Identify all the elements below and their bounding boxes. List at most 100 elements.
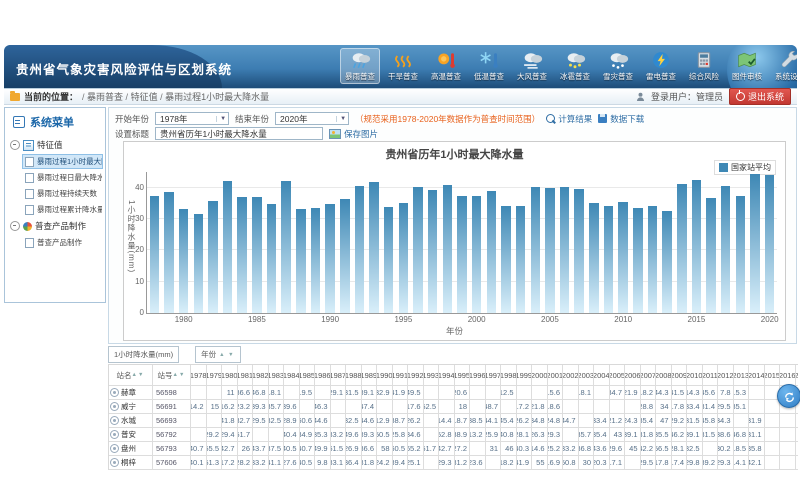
toolbar-item-11[interactable]: 系统设置 [770,48,797,84]
sidebar-tree: 特征值暴雨过程1小时最大降水量暴雨过程日最大降水量暴雨过程持续天数暴雨过程累计降… [5,135,105,253]
value-cell: 39.3 [362,428,378,442]
table-row-盘州: 盘州5679340.755.542.72643.737.540.540.749.… [109,442,798,456]
column-header-year-2013: 2013 [734,365,750,386]
value-cell: 12.9 [377,414,393,428]
value-cell [780,414,796,428]
row-select-icon[interactable] [110,388,119,397]
value-cell: 28.2 [238,456,254,470]
toolbar-item-5[interactable]: 大风普查 [512,48,552,84]
bar-2015 [692,180,702,313]
row-select-icon[interactable] [110,458,119,467]
column-header-year-2007: 2007 [641,365,657,386]
value-cell: 46.2 [672,428,688,442]
sidebar-item-1-1[interactable]: 暴雨过程1小时最大降水量 [22,154,103,169]
filter-row-years: 开始年份 1978年▼ 结束年份 2020年▼ （规范采用1978-2020年数… [115,112,644,125]
breadcrumb-segment-3[interactable]: 暴雨过程1小时最大降水量 [165,92,269,102]
end-year-select[interactable]: 2020年▼ [275,112,349,125]
value-cell: 17.4 [672,456,688,470]
toolbar-item-3[interactable]: 高温普查 [426,48,466,84]
column-header-year-1990: 1990 [377,365,393,386]
toolbar-item-1[interactable]: 暴雨普查 [340,48,380,84]
expand-icon[interactable] [10,140,20,150]
breadcrumb-segment-1[interactable]: 暴雨普查 [87,92,123,102]
value-cell: 17.2 [222,456,238,470]
sort-arrows-icon: ▲▼ [173,372,186,378]
row-select-icon[interactable] [110,416,119,425]
drought-icon [391,51,415,69]
year-sort-chip[interactable]: 年份 ▲ ▼ [195,346,240,363]
toolbar-item-7[interactable]: 雪灾普查 [598,48,638,84]
value-cell: 40.4 [284,428,300,442]
sidebar-group-label: 普查产品制作 [35,220,86,232]
breadcrumb-segment-2[interactable]: 特征值 [131,92,158,102]
row-select-icon[interactable] [110,444,119,453]
toolbar-item-2[interactable]: 干旱普查 [383,48,423,84]
value-cell: 14.6 [532,442,548,456]
value-cell [300,400,316,414]
column-header-station-id[interactable]: 站号 ▲▼ [153,365,191,386]
save-image-button[interactable]: 保存图片 [329,128,378,140]
sidebar-item-1-4[interactable]: 暴雨过程累计降水量 [22,202,103,217]
floating-refresh-button[interactable] [777,384,800,408]
value-cell [780,428,796,442]
table-controls: 1小时降水量(mm) 年份 ▲ ▼ [108,346,241,363]
toolbar-item-4[interactable]: 低温普查 [469,48,509,84]
value-cell: 14.4 [439,414,455,428]
value-cell: 28.8 [641,400,657,414]
value-cell: 38.7 [393,414,409,428]
value-cell [749,386,765,400]
sidebar-item-1-3[interactable]: 暴雨过程持续天数 [22,186,103,201]
column-header-year-2006: 2006 [625,365,641,386]
value-field-chip[interactable]: 1小时降水量(mm) [108,346,179,363]
value-cell: 58 [377,442,393,456]
calculate-button[interactable]: 计算结果 [546,113,592,125]
sidebar-group-1[interactable]: 特征值 [10,137,103,153]
expand-icon[interactable] [10,221,20,231]
start-year-select[interactable]: 1978年▼ [155,112,229,125]
value-cell: 46 [501,442,517,456]
bar-2007 [574,189,584,313]
toolbar-item-6[interactable]: 冰雹普查 [555,48,595,84]
value-cell [703,442,719,456]
value-cell: 26.2 [517,414,533,428]
value-cell: 42.7 [222,442,238,456]
x-tick-label: 2010 [608,315,638,324]
sidebar-item-2-1[interactable]: 普查产品制作 [22,235,103,250]
sidebar-item-1-2[interactable]: 暴雨过程日最大降水量 [22,170,103,185]
column-header-year-2002: 2002 [563,365,579,386]
value-cell: 18.5 [734,442,750,456]
column-header-year-1978: 1978 [191,365,207,386]
bar-1991 [340,199,350,313]
column-header-year-1981: 1981 [238,365,254,386]
value-cell: 39.1 [687,428,703,442]
document-icon [25,157,34,167]
toolbar-item-9[interactable]: 综合风险 [684,48,724,84]
sidebar-group-2[interactable]: 普查产品制作 [10,218,103,234]
sidebar-item-label: 普查产品制作 [37,237,82,248]
x-axis-label: 年份 [124,325,785,337]
value-cell [253,428,269,442]
value-cell: 46.8 [253,386,269,400]
value-cell: 43.6 [594,442,610,456]
value-cell: 34.6 [408,428,424,442]
filter-row-title: 设置标题 保存图片 [115,127,378,140]
value-cell [796,442,799,456]
column-header-year-2015: 2015 [765,365,781,386]
row-select-icon[interactable] [110,402,119,411]
bar-1996 [413,187,423,313]
toolbar-item-8[interactable]: 雷电普查 [641,48,681,84]
x-tick-label: 2000 [462,315,492,324]
bar-2010 [618,202,628,313]
row-select-icon[interactable] [110,430,119,439]
chart-title-input[interactable] [155,127,323,140]
bar-1992 [355,186,365,313]
column-header-year-1996: 1996 [470,365,486,386]
download-data-button[interactable]: 数据下载 [598,113,644,125]
chart-title-label: 设置标题 [115,128,149,140]
column-header-year-1983: 1983 [269,365,285,386]
logout-button[interactable]: 退出系统 [729,88,791,105]
column-header-station[interactable]: 站名 ▲▼ [109,365,153,386]
value-cell: 18.2 [501,456,517,470]
value-cell [579,414,595,428]
toolbar-item-10[interactable]: 图件审核 [727,48,767,84]
